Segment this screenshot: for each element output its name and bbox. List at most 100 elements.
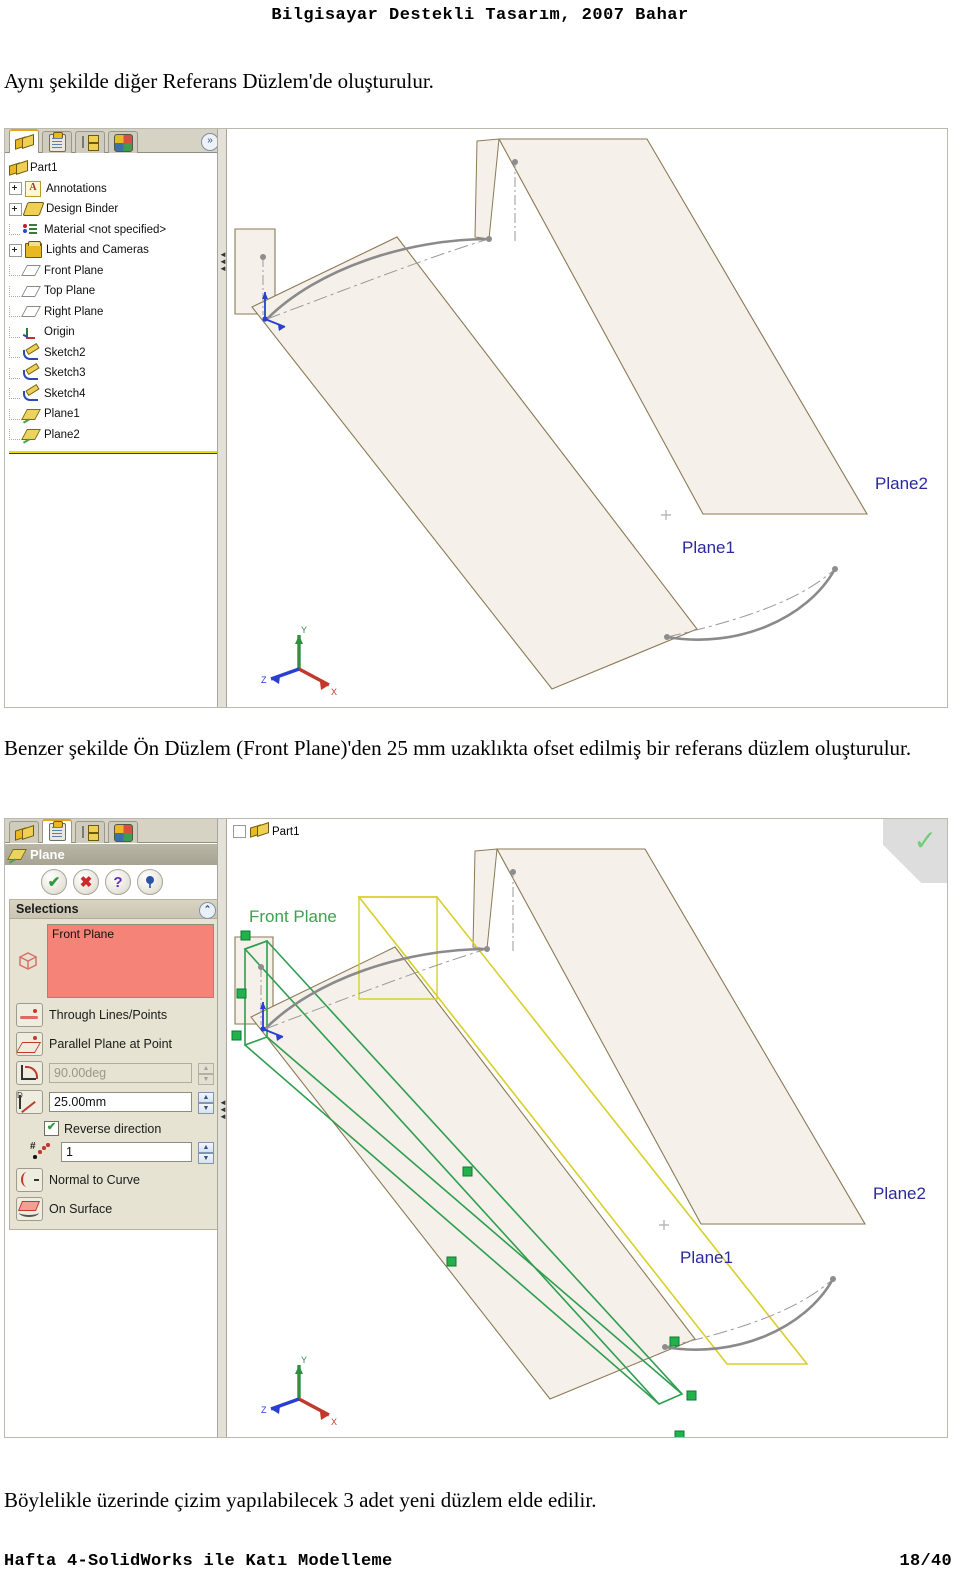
parallel-plane-at-point-row[interactable]: Parallel Plane at Point xyxy=(10,1027,220,1056)
normal-to-curve-icon[interactable] xyxy=(16,1168,43,1192)
tab-property-manager[interactable] xyxy=(42,819,72,843)
solidworks-part-icon xyxy=(15,134,34,150)
tab-display-manager[interactable] xyxy=(108,131,138,153)
new-plane-icon xyxy=(7,848,27,861)
tree-item-sketch3[interactable]: Sketch3 xyxy=(9,363,227,384)
number-of-planes-value: 1 xyxy=(66,1145,73,1159)
design-binder-icon xyxy=(22,202,45,217)
on-surface-icon[interactable] xyxy=(16,1197,43,1221)
footer-course-title: Hafta 4-SolidWorks ile Katı Modelleme xyxy=(4,1552,393,1571)
tree-connector xyxy=(9,388,20,400)
pane-splitter[interactable]: ◄ ◄ ◄ xyxy=(217,129,227,707)
svg-text:Z: Z xyxy=(261,1405,267,1415)
tab-configuration-manager[interactable] xyxy=(75,131,105,153)
tab-feature-manager[interactable] xyxy=(9,821,39,843)
configuration-icon xyxy=(81,825,99,841)
angle-row[interactable]: 90.00deg ▲ ▼ xyxy=(10,1056,220,1085)
page-header: Bilgisayar Destekli Tasarım, 2007 Bahar xyxy=(271,6,689,25)
angle-input[interactable]: 90.00deg xyxy=(49,1063,192,1083)
through-lines-points-row[interactable]: Through Lines/Points xyxy=(10,998,220,1027)
parallel-plane-at-point-label: Parallel Plane at Point xyxy=(49,1037,172,1051)
origin-icon xyxy=(22,326,40,339)
viewport-3d-2[interactable]: Part1 Y X Z Front Plane Plane2 Plane1 ✓ xyxy=(227,819,947,1437)
expander-icon[interactable] xyxy=(233,825,246,838)
tree-connector xyxy=(9,367,20,379)
tree-item-lights-and-cameras[interactable]: Lights and Cameras xyxy=(9,240,227,261)
selection-list-box[interactable]: Front Plane xyxy=(47,924,214,998)
pin-button[interactable] xyxy=(137,869,163,895)
tree-item-label: Sketch4 xyxy=(44,387,86,400)
flyout-tree-label: Part1 xyxy=(272,825,300,838)
angle-icon[interactable] xyxy=(16,1061,43,1085)
tab-display-manager[interactable] xyxy=(108,821,138,843)
solidworks-screenshot-1: » Part1 A Annotations Design Binder Mate… xyxy=(4,128,948,708)
part-icon xyxy=(250,822,269,840)
number-of-planes-stepper[interactable]: ▲ ▼ xyxy=(198,1141,214,1164)
svg-text:Z: Z xyxy=(261,675,267,685)
tree-item-sketch2[interactable]: Sketch2 xyxy=(9,342,227,364)
tree-item-material[interactable]: Material <not specified> xyxy=(9,220,227,241)
angle-stepper[interactable]: ▲ ▼ xyxy=(198,1062,214,1085)
expander-icon[interactable] xyxy=(9,182,22,196)
parallel-plane-at-point-icon[interactable] xyxy=(16,1032,43,1056)
svg-text:X: X xyxy=(331,687,337,697)
tree-item-plane1[interactable]: Plane1 xyxy=(9,404,227,425)
tree-item-right-plane[interactable]: Right Plane xyxy=(9,302,227,323)
number-of-planes-input[interactable]: 1 xyxy=(61,1142,192,1162)
chevron-up-icon[interactable]: ⌃ xyxy=(199,902,216,919)
reverse-direction-checkbox[interactable]: ✔ xyxy=(44,1121,59,1136)
expander-icon[interactable] xyxy=(9,202,22,216)
tab-property-manager[interactable] xyxy=(42,131,72,153)
viewport-3d-1[interactable]: Y X Z Plane2 Plane1 xyxy=(227,129,947,707)
expander-icon[interactable] xyxy=(9,243,22,257)
tree-item-label: Right Plane xyxy=(44,305,104,318)
footer-page-number: 18/40 xyxy=(899,1552,952,1571)
configuration-icon xyxy=(81,135,99,151)
offset-distance-icon[interactable]: D xyxy=(16,1090,43,1114)
tree-item-front-plane[interactable]: Front Plane xyxy=(9,261,227,282)
splitter-arrow-icon[interactable]: ◄ ◄ ◄ xyxy=(219,1099,227,1121)
offset-distance-input[interactable]: 25.00mm xyxy=(49,1092,192,1112)
sketch-icon xyxy=(23,363,40,381)
manager-tab-strip xyxy=(5,819,227,843)
tree-connector xyxy=(9,265,20,277)
display-sphere-icon xyxy=(113,133,133,152)
tree-item-label: Plane1 xyxy=(44,408,80,421)
help-button[interactable]: ? xyxy=(105,869,131,895)
tree-item-annotations[interactable]: A Annotations xyxy=(9,179,227,200)
tree-item-top-plane[interactable]: Top Plane xyxy=(9,281,227,302)
on-surface-row[interactable]: On Surface xyxy=(10,1192,220,1221)
tree-connector xyxy=(9,285,20,297)
reverse-direction-row[interactable]: ✔ Reverse direction xyxy=(10,1114,220,1136)
offset-distance-stepper[interactable]: ▲ ▼ xyxy=(198,1091,214,1114)
plane-icon xyxy=(21,305,41,318)
splitter-arrow-icon[interactable]: ◄ ◄ ◄ xyxy=(219,251,227,273)
confirm-check-icon[interactable]: ✓ xyxy=(914,827,937,855)
feature-tree: Part1 A Annotations Design Binder Materi… xyxy=(5,154,227,707)
paragraph-intro: Aynı şekilde diğer Referans Düzlem'de ol… xyxy=(4,69,434,93)
pane-splitter[interactable]: ◄ ◄ ◄ xyxy=(217,819,227,1437)
tree-item-label: Design Binder xyxy=(46,203,119,216)
tree-connector xyxy=(9,306,20,318)
flyout-tree-part1[interactable]: Part1 xyxy=(233,822,300,840)
offset-distance-row[interactable]: D 25.00mm ▲ ▼ xyxy=(10,1085,220,1114)
number-of-planes-row[interactable]: # 1 ▲ ▼ xyxy=(10,1136,220,1164)
plane-property-panel: Selections ⌃ Front Plane Through Lines/P… xyxy=(9,899,221,1230)
tree-item-part1[interactable]: Part1 xyxy=(9,158,227,179)
tree-item-plane2[interactable]: Plane2 xyxy=(9,425,227,446)
reference-entity-icon xyxy=(16,950,41,972)
confirmation-corner[interactable]: ✓ xyxy=(883,819,947,883)
through-lines-points-icon[interactable] xyxy=(16,1003,43,1027)
tree-item-origin[interactable]: Origin xyxy=(9,322,227,343)
viewport-label-plane1: Plane1 xyxy=(682,538,735,557)
tree-item-design-binder[interactable]: Design Binder xyxy=(9,199,227,220)
tab-configuration-manager[interactable] xyxy=(75,821,105,843)
rollback-bar[interactable] xyxy=(9,451,223,454)
plane-icon xyxy=(21,264,41,277)
tab-feature-manager[interactable] xyxy=(9,129,39,153)
tree-item-sketch4[interactable]: Sketch4 xyxy=(9,383,227,405)
cancel-button[interactable]: ✖ xyxy=(73,869,99,895)
normal-to-curve-row[interactable]: Normal to Curve xyxy=(10,1163,220,1192)
ok-button[interactable]: ✔ xyxy=(41,869,67,895)
pushpin-icon xyxy=(146,876,154,888)
